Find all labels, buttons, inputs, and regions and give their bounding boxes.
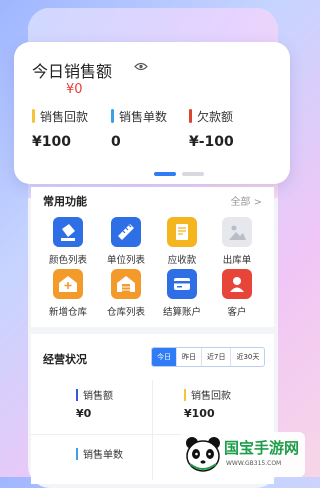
tab-last-30-days[interactable]: 近30天 <box>231 348 264 366</box>
function-outbound-order[interactable]: 出库单 <box>212 217 262 266</box>
stat-color-bar <box>76 389 78 401</box>
function-warehouse-list[interactable]: 仓库列表 <box>101 269 151 318</box>
stat-label: 销售单数 <box>83 450 123 461</box>
function-label: 出库单 <box>222 255 252 266</box>
view-all-link[interactable]: 全部 > <box>230 193 262 208</box>
section-title: 经营状况 <box>43 353 87 366</box>
stat-label: 销售回款 <box>40 110 89 124</box>
stat-color-bar <box>32 109 35 123</box>
stat-color-bar <box>184 389 186 401</box>
carousel-dot[interactable] <box>182 172 204 176</box>
image-placeholder-icon <box>222 217 252 247</box>
function-color-list[interactable]: 颜色列表 <box>43 217 93 266</box>
stat-value: ¥100 <box>184 407 215 420</box>
function-label: 结算账户 <box>162 307 201 318</box>
paint-bucket-icon <box>53 217 83 247</box>
sales-title: 今日销售额 <box>32 62 113 81</box>
receivable-doc-icon <box>167 217 197 247</box>
function-settlement-account[interactable]: 结算账户 <box>157 269 207 318</box>
today-sales-card: 今日销售额 ¥0 销售回款 ¥100 销售单数 0 欠款额 ¥-100 <box>14 42 290 184</box>
stat-value: ¥100 <box>32 134 71 150</box>
tab-yesterday[interactable]: 昨日 <box>177 348 202 366</box>
stat-label: 销售单数 <box>119 110 168 124</box>
stat-color-bar <box>76 448 78 460</box>
stat-color-bar <box>189 109 192 123</box>
function-receivables[interactable]: 应收款 <box>157 217 207 266</box>
stat-value: ¥0 <box>76 407 92 420</box>
customer-icon <box>222 269 252 299</box>
period-selector: 今日 昨日 近7日 近30天 <box>151 347 266 367</box>
tab-today[interactable]: 今日 <box>152 348 177 366</box>
account-icon <box>167 269 197 299</box>
common-functions-panel: 常用功能 全部 > 颜色列表 单位列表 应收款 出库单 新增仓库 仓库列表 结算… <box>31 187 274 327</box>
carousel-dot-active[interactable] <box>154 172 176 176</box>
watermark-url: WWW.GB315.COM <box>226 460 282 467</box>
function-label: 客户 <box>227 307 247 318</box>
stat-value: 0 <box>111 134 121 150</box>
divider <box>152 380 153 480</box>
site-watermark: 国宝手游网 WWW.GB315.COM <box>180 432 305 477</box>
sales-amount: ¥0 <box>66 82 83 97</box>
watermark-name: 国宝手游网 <box>224 439 300 457</box>
stat-label: 销售回款 <box>191 391 231 402</box>
ruler-icon <box>111 217 141 247</box>
stat-label: 欠款额 <box>197 110 234 124</box>
function-label: 仓库列表 <box>106 307 145 318</box>
add-warehouse-icon <box>53 269 83 299</box>
stat-color-bar <box>111 109 114 123</box>
stat-label: 销售额 <box>83 391 113 402</box>
function-add-warehouse[interactable]: 新增仓库 <box>43 269 93 318</box>
stat-value: ¥-100 <box>189 134 234 150</box>
eye-icon[interactable] <box>134 62 148 71</box>
panda-logo-icon <box>186 437 220 472</box>
function-customer[interactable]: 客户 <box>212 269 262 318</box>
function-label: 颜色列表 <box>48 255 87 266</box>
function-label: 新增仓库 <box>48 307 87 318</box>
warehouse-icon <box>111 269 141 299</box>
function-label: 单位列表 <box>106 255 145 266</box>
tab-last-7-days[interactable]: 近7日 <box>202 348 232 366</box>
section-title: 常用功能 <box>43 195 87 208</box>
function-unit-list[interactable]: 单位列表 <box>101 217 151 266</box>
function-label: 应收款 <box>167 255 197 266</box>
